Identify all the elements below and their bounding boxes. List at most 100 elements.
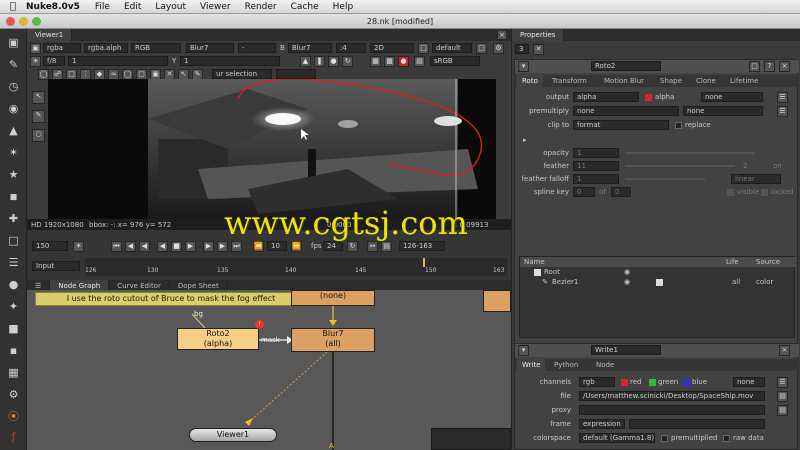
alpha-channel-dropdown[interactable]: rgba.alph xyxy=(84,43,128,53)
premultiplied-checkbox[interactable] xyxy=(661,435,668,442)
tab-motion-blur[interactable]: Motion Blur xyxy=(599,75,649,87)
app-menu[interactable]: Nuke8.0v5 xyxy=(22,2,88,12)
write-colorspace-dropdown[interactable]: default (Gamma1.8) xyxy=(579,433,655,443)
last-frame-icon[interactable]: ⏭ xyxy=(231,241,242,252)
select-tool-icon[interactable]: ↖ xyxy=(32,91,45,104)
settings-icon[interactable]: ⚙ xyxy=(6,387,21,402)
color-swatch[interactable] xyxy=(656,279,663,286)
menu-cache[interactable]: Cache xyxy=(284,2,326,12)
visible-checkbox[interactable] xyxy=(727,189,734,196)
alpha-checkbox[interactable] xyxy=(645,94,652,101)
feather-slider[interactable] xyxy=(625,165,735,167)
tab-shape[interactable]: Shape xyxy=(655,75,687,87)
tab-properties[interactable]: Properties xyxy=(512,29,565,41)
input-dropdown[interactable]: Input xyxy=(32,261,80,271)
write-extra-dropdown[interactable]: none xyxy=(733,377,765,387)
clip-warning-icon[interactable]: ▲ xyxy=(300,56,311,67)
stop-icon[interactable]: ■ xyxy=(171,241,182,252)
frame-field[interactable]: 150 xyxy=(32,241,68,251)
step-back-icon[interactable]: ⏪ xyxy=(253,241,264,252)
opacity-field[interactable]: 1 xyxy=(573,148,619,158)
tab-roto[interactable]: Roto xyxy=(517,75,543,87)
display-channel-dropdown[interactable]: RGB xyxy=(131,43,181,53)
node-offscreen[interactable] xyxy=(483,290,511,312)
navigator-minimap[interactable] xyxy=(431,428,511,450)
output-dropdown[interactable]: alpha xyxy=(573,92,639,102)
record-icon[interactable]: ● xyxy=(398,56,409,67)
locked-checkbox[interactable] xyxy=(761,189,768,196)
spline-key-field[interactable]: 0 xyxy=(573,187,595,197)
input-a-dropdown[interactable]: Blur7 xyxy=(186,43,234,53)
fstop-icon[interactable]: ☀ xyxy=(30,56,41,67)
node-roto2[interactable]: Roto2 (alpha) xyxy=(177,328,259,350)
write-channels-dropdown[interactable]: rgb xyxy=(579,377,615,387)
frame-expression-field[interactable] xyxy=(629,419,765,429)
toolsets-icon[interactable]: ■ xyxy=(6,321,21,336)
prev-keyframe-icon[interactable]: ◀ xyxy=(125,241,136,252)
proxy-dropdown[interactable]: 2D xyxy=(370,43,414,53)
lock-icon[interactable]: ● xyxy=(328,56,339,67)
fx-icon[interactable]: ƒ xyxy=(6,429,21,444)
loop-icon[interactable]: ↻ xyxy=(347,241,358,252)
next-keyframe-icon[interactable]: ▶ xyxy=(217,241,228,252)
time-icon[interactable]: ◷ xyxy=(6,79,21,94)
menu-help[interactable]: Help xyxy=(326,2,361,12)
close-icon[interactable]: × xyxy=(779,345,790,356)
draw-icon[interactable]: ✎ xyxy=(6,57,21,72)
collapse-icon[interactable]: ▾ xyxy=(518,345,529,356)
minimize-window-button[interactable] xyxy=(19,17,28,26)
step-forward-icon[interactable]: ⏩ xyxy=(291,241,302,252)
falloff-type-dropdown[interactable]: linear xyxy=(731,174,781,184)
tab-lifetime[interactable]: Lifetime xyxy=(725,75,763,87)
frame-ruler[interactable]: 126 130 135 140 145 150 163 xyxy=(85,258,507,276)
clip-to-dropdown[interactable]: format xyxy=(573,120,669,130)
raw-data-checkbox[interactable] xyxy=(723,435,730,442)
range-icon[interactable]: ▤ xyxy=(381,241,392,252)
clear-panels-icon[interactable]: ✕ xyxy=(533,44,544,55)
play-reverse-icon[interactable]: ◀ xyxy=(157,241,168,252)
tab-viewer1[interactable]: Viewer1 xyxy=(27,29,73,41)
menu-layout[interactable]: Layout xyxy=(148,2,193,12)
fps-field[interactable]: 24 xyxy=(323,241,343,251)
close-window-button[interactable] xyxy=(6,17,15,26)
layer-row-bezier1[interactable]: ✎ Bezier1 ◉ all color xyxy=(520,278,796,287)
deep-icon[interactable]: ▦ xyxy=(6,365,21,380)
gamma-field[interactable]: 1 xyxy=(180,56,280,66)
pause-icon[interactable]: ❚ xyxy=(314,56,325,67)
grid-icon[interactable]: ▩ xyxy=(384,56,395,67)
menu-file[interactable]: File xyxy=(88,2,117,12)
tab-clone[interactable]: Clone xyxy=(691,75,721,87)
channels-dropdown[interactable]: rgba xyxy=(43,43,81,53)
eye-icon[interactable]: ◉ xyxy=(624,268,630,276)
particles-icon[interactable]: ✦ xyxy=(6,299,21,314)
channel-swatch-icon[interactable]: ▣ xyxy=(30,43,41,54)
frame-mode-dropdown[interactable]: expression xyxy=(579,419,625,429)
opacity-slider[interactable] xyxy=(625,152,755,154)
next-frame-icon[interactable]: ▶ xyxy=(203,241,214,252)
roi-hint-field[interactable]: ur selection xyxy=(212,69,272,79)
falloff-slider[interactable] xyxy=(625,178,705,180)
feather-field[interactable]: 11 xyxy=(573,161,619,171)
collapse-icon[interactable]: ▾ xyxy=(518,61,529,72)
help-icon[interactable]: ? xyxy=(764,61,775,72)
zoom-window-button[interactable] xyxy=(32,17,41,26)
gear-icon[interactable]: ⚙ xyxy=(493,43,504,54)
premultiply-extra-dropdown[interactable]: none xyxy=(683,106,763,116)
node-viewer1[interactable]: Viewer1 xyxy=(189,428,277,442)
premultiply-dropdown[interactable]: none xyxy=(573,106,679,116)
layer-row-root[interactable]: Root ◉ xyxy=(520,268,796,277)
prev-frame-icon[interactable]: ◀ xyxy=(139,241,150,252)
filter-icon[interactable]: ✶ xyxy=(6,145,21,160)
write-channel-menu-icon[interactable]: ☰ xyxy=(777,377,788,388)
ellipse-tool-icon[interactable]: ○ xyxy=(32,129,45,142)
transform-icon[interactable]: ✚ xyxy=(6,211,21,226)
range-field[interactable]: 126-163 xyxy=(399,241,445,251)
histogram-icon[interactable]: ▤ xyxy=(414,56,425,67)
replace-checkbox[interactable] xyxy=(675,122,682,129)
file-path-field[interactable]: /Users/matthew.scinicki/Desktop/SpaceShi… xyxy=(579,391,765,401)
first-frame-icon[interactable]: ⏮ xyxy=(111,241,122,252)
ofx-plugin-icon[interactable]: ⦿ xyxy=(6,409,21,424)
proxy-browse-icon[interactable]: ▤ xyxy=(777,405,788,416)
collapse-icon[interactable]: ▸ xyxy=(523,136,527,144)
other-icon[interactable]: ▪ xyxy=(6,343,21,358)
